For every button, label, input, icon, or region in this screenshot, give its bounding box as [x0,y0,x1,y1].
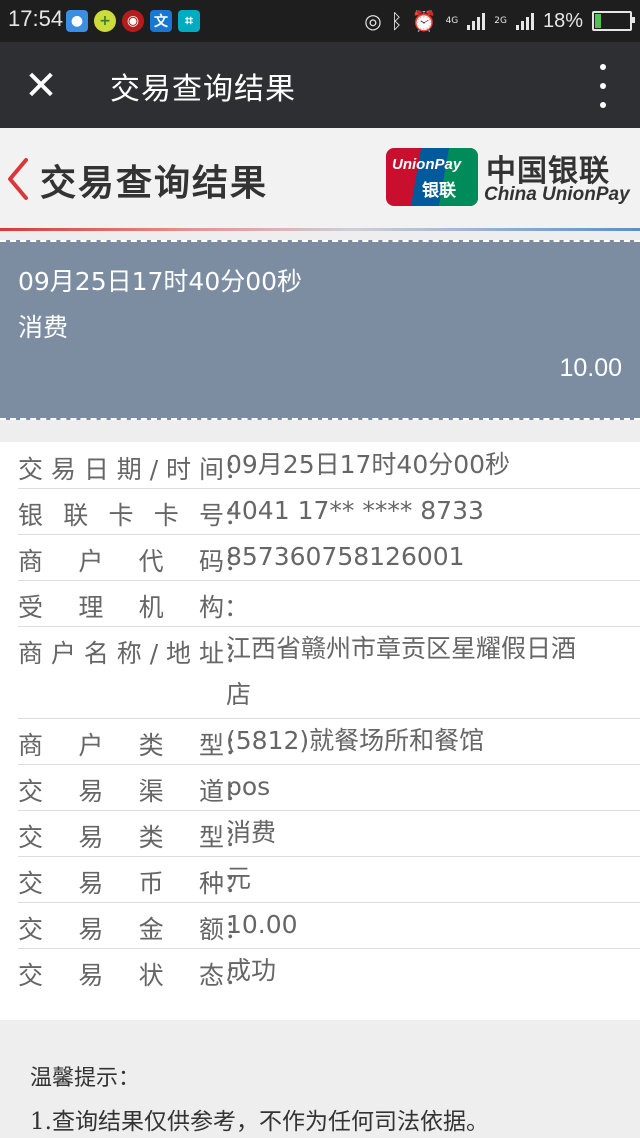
detail-value: 10.00 [226,910,298,939]
detail-label: 商户类型 [18,731,224,760]
detail-row: 交易日期/时间 ： 09月25日17时40分00秒 [18,442,640,489]
tip-item: 1.查询结果仅供参考，不作为任何司法依据。 [30,1109,489,1135]
status-time: 17:54 [8,6,64,31]
detail-label: 交易类型 [18,823,224,852]
transaction-details: 交易日期/时间 ： 09月25日17时40分00秒 银联卡卡号 ： 4041 1… [0,442,640,1020]
detail-row: 商户名称/地址 ： 江西省赣州市章贡区星耀假日酒店 [18,626,640,719]
app-bar-title: 交易查询结果 [110,72,296,107]
detail-value: 成功 [226,956,277,985]
more-dot-icon [600,83,606,89]
battery-icon [592,11,635,31]
summary-type: 消费 [18,313,69,342]
detail-value: (5812)就餐场所和餐馆 [226,726,485,755]
battery-level [595,14,602,28]
status-right: ◎ ᛒ ⏰ 4G 2G 18% [364,7,635,35]
close-button[interactable]: ✕ [18,63,64,109]
back-arrow-icon[interactable] [2,154,36,204]
close-icon: ✕ [24,63,58,109]
page-title: 交易查询结果 [40,163,269,204]
detail-value: 09月25日17时40分00秒 [226,450,511,479]
bluetooth-icon: ᛒ [390,9,403,33]
detail-label: 交易日期/时间 [18,455,224,484]
detail-value: 消费 [226,818,277,847]
weibo-icon: ◉ [122,10,144,32]
scanner-icon: ⌗ [178,10,200,32]
detail-value: 江西省赣州市章贡区星耀假日酒店 [226,634,577,709]
more-dot-icon [600,64,606,70]
location-icon: ◎ [364,9,382,33]
detail-label: 商户名称/地址 [18,639,224,668]
summary-amount: 10.00 [559,354,622,382]
transaction-summary: 09月25日17时40分00秒 消费 10.00 [0,240,640,420]
detail-row: 受理机构 ： [18,580,640,627]
detail-value: 4041 17** **** 8733 [226,496,484,525]
detail-row: 交易金额 ： 10.00 [18,902,640,949]
signal-icon-2 [515,12,534,30]
detail-label: 交易渠道 [18,777,224,806]
alarm-icon: ⏰ [411,9,437,33]
unionpay-card-text: UnionPay [392,156,462,173]
unionpay-card-logo: UnionPay 银联 [386,148,478,206]
summary-datetime: 09月25日17时40分00秒 [18,267,303,296]
detail-row: 交易渠道 ： pos [18,764,640,811]
detail-row: 银联卡卡号 ： 4041 17** **** 8733 [18,488,640,535]
detail-value: 元 [226,864,252,893]
app-bar: ✕ 交易查询结果 [0,42,640,128]
detail-row: 交易状态 ： 成功 [18,948,640,994]
detail-row: 交易类型 ： 消费 [18,810,640,857]
unionpay-logo: UnionPay 银联 中国银联 China UnionPay [386,146,636,210]
tips-title: 温馨提示： [30,1066,141,1091]
detail-label: 商户代码 [18,547,224,576]
page-header: 交易查询结果 UnionPay 银联 中国银联 China UnionPay [0,128,640,230]
detail-label: 银联卡卡号 [18,501,224,530]
status-bar: 17:54 ● + ◉ 文 ⌗ ◎ ᛒ ⏰ 4G 2G 18% [0,0,640,42]
detail-colon: ： [224,593,250,622]
header-divider [0,228,640,231]
detail-value: pos [226,772,271,801]
detail-label: 交易币种 [18,869,224,898]
detail-row: 商户代码 ： 857360758126001 [18,534,640,581]
translate-icon: 文 [150,10,172,32]
network-type-top: 4G [445,16,459,26]
detail-value: 857360758126001 [226,542,465,571]
battery-percent: 18% [542,9,583,32]
detail-row: 交易币种 ： 元 [18,856,640,903]
detail-label: 交易状态 [18,961,224,990]
detail-row: 商户类型 ： (5812)就餐场所和餐馆 [18,718,640,765]
add-app-icon: + [94,10,116,32]
unionpay-en-name: China UnionPay [484,184,630,205]
notification-icons: ● + ◉ 文 ⌗ [66,10,200,32]
more-options-button[interactable] [588,64,618,108]
tips-section: 温馨提示： 1.查询结果仅供参考，不作为任何司法依据。 [0,1020,640,1138]
detail-label: 交易金额 [18,915,224,944]
unionpay-card-cn-text: 银联 [422,181,456,201]
network-type-bottom: 2G [494,16,507,26]
detail-label: 受理机构 [18,593,224,622]
signal-icon-1 [467,12,486,30]
wechat-icon: ● [66,10,88,32]
more-dot-icon [600,102,606,108]
